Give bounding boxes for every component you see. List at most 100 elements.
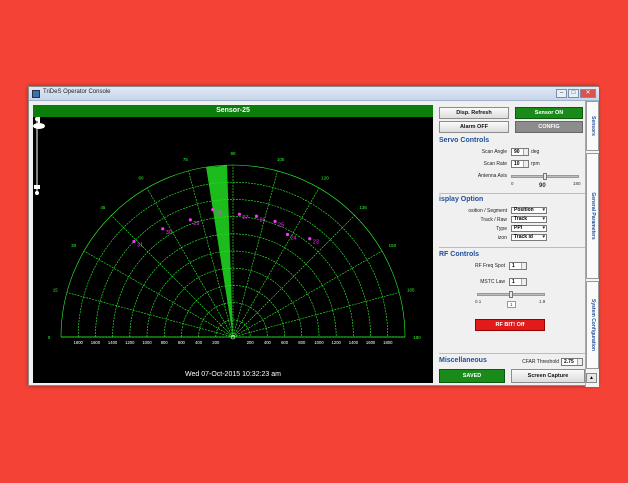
- target-point: [308, 237, 312, 241]
- target-label: 31: [137, 242, 143, 248]
- scan-angle-spinner[interactable]: 90: [511, 148, 529, 156]
- radial-spoke: [66, 292, 234, 338]
- miscellaneous-heading: Miscellaneous: [439, 357, 487, 364]
- rf-bit-button[interactable]: RF BIT! Off: [475, 319, 545, 331]
- radar-plot[interactable]: 0 15 30 45 60 75 90 105 120 135 150 165 180 1800 1600 1…: [33, 117, 433, 369]
- range-ring: [95, 199, 371, 338]
- angle-label: 75: [183, 157, 189, 162]
- range-label: 1000: [142, 340, 152, 345]
- angle-label: 150: [389, 243, 397, 248]
- angle-label: 180: [413, 335, 421, 340]
- radar-timestamp: Wed 07-Oct-2015 10:32:23 am: [185, 371, 281, 378]
- position-segment-label: osition / Segment: [468, 208, 507, 214]
- radar-display: Sensor-25 0 15 30 45 60 75 90 105 120 135 150 165 18…: [33, 105, 433, 383]
- range-label: 200: [212, 340, 220, 345]
- maximize-icon[interactable]: □: [568, 89, 579, 98]
- type-label: Type: [496, 226, 507, 232]
- range-label: 1600: [91, 340, 101, 345]
- angle-label: 135: [359, 205, 367, 210]
- target-point: [237, 212, 242, 216]
- disp-refresh-button[interactable]: Disp. Refresh: [439, 107, 509, 119]
- angle-label: 30: [71, 243, 77, 248]
- scroll-up-icon[interactable]: ▲: [586, 373, 597, 383]
- angle-label: 120: [321, 176, 329, 181]
- range-ring: [215, 319, 251, 338]
- title-bar: TriDeS Operator Console – □ ✕: [29, 87, 599, 101]
- target-label: 25: [278, 222, 284, 228]
- rf-freq-spot-label: RF Freq Spot: [474, 263, 505, 269]
- radial-spoke: [232, 170, 278, 338]
- display-option-heading: isplay Option: [439, 196, 484, 203]
- mstc-max: 1.9: [539, 299, 546, 304]
- angle-label: 0: [48, 335, 51, 340]
- range-label: 1800: [74, 340, 84, 345]
- antenna-max: 180: [573, 181, 581, 186]
- target-label: 27: [242, 215, 248, 221]
- range-label: 400: [264, 340, 272, 345]
- tab-general-parameters[interactable]: General Parameters: [586, 153, 599, 279]
- radial-spoke: [232, 250, 383, 338]
- angle-label: 45: [100, 205, 106, 210]
- servo-controls-heading: Servo Controls: [439, 137, 490, 144]
- antenna-axis-thumb[interactable]: [543, 173, 547, 180]
- angle-label: 15: [53, 287, 59, 292]
- target-label: 29: [193, 221, 199, 227]
- range-label: 800: [161, 340, 169, 345]
- scan-angle-unit: deg: [531, 149, 540, 155]
- horizon-select[interactable]: Track id: [511, 234, 547, 241]
- target-point: [285, 232, 290, 237]
- minimize-icon[interactable]: –: [556, 89, 567, 98]
- antenna-axis-label: Antenna Axis: [477, 173, 507, 179]
- range-label: 800: [298, 340, 306, 345]
- saved-button[interactable]: SAVED: [439, 369, 505, 383]
- range-label: 400: [195, 340, 203, 345]
- tab-sensors[interactable]: Sensors: [586, 101, 599, 151]
- tab-system-configuration[interactable]: System Configuration: [586, 281, 599, 369]
- target-point: [254, 214, 259, 218]
- config-button[interactable]: CONFIG: [515, 121, 583, 133]
- angle-label: 60: [138, 176, 144, 181]
- mstc-min: 0.1: [475, 299, 482, 304]
- window-controls: – □ ✕: [556, 89, 596, 98]
- scan-rate-spinner[interactable]: 10: [511, 160, 529, 168]
- mstc-law-label: MSTC Law: [480, 279, 505, 285]
- radial-spoke: [232, 187, 320, 338]
- close-icon[interactable]: ✕: [580, 89, 596, 98]
- cfar-threshold-spinner[interactable]: 2.75: [561, 358, 583, 366]
- angle-label: 165: [407, 287, 415, 292]
- angle-label: 105: [277, 157, 285, 162]
- mstc-law-spinner[interactable]: 1: [509, 278, 527, 286]
- sensor-on-button[interactable]: Sensor ON: [515, 107, 583, 119]
- cfar-threshold-label: CFAR Threshold: [522, 359, 559, 365]
- divider: [439, 353, 585, 354]
- target-point: [273, 219, 277, 224]
- track-raw-select[interactable]: Track: [511, 216, 547, 223]
- rf-freq-spot-spinner[interactable]: 1: [509, 262, 527, 270]
- target-point: [132, 239, 136, 244]
- target-point: [188, 218, 192, 222]
- screen-capture-button[interactable]: Screen Capture: [511, 369, 585, 383]
- horizon-label: izon: [497, 235, 507, 241]
- target-label: 30: [166, 230, 172, 236]
- range-label: 1200: [125, 340, 135, 345]
- window-title: TriDeS Operator Console: [43, 89, 111, 95]
- divider: [439, 193, 585, 194]
- target-label: 23: [313, 240, 319, 246]
- range-zoom-slider[interactable]: [33, 117, 41, 197]
- radial-spoke: [232, 215, 355, 338]
- type-select[interactable]: PPI: [511, 225, 547, 232]
- position-segment-select[interactable]: Position: [511, 207, 547, 214]
- range-label: 600: [178, 340, 186, 345]
- scan-rate-unit: rpm: [531, 161, 540, 167]
- range-ring: [198, 302, 268, 338]
- mstc-slider-thumb[interactable]: [509, 291, 513, 298]
- antenna-value: 90: [539, 183, 546, 189]
- range-label: 1400: [108, 340, 118, 345]
- radial-spoke: [83, 250, 234, 338]
- scan-angle-label: Scan Angle: [481, 149, 507, 155]
- angle-label: 90: [230, 151, 236, 156]
- range-label: 1000: [314, 340, 324, 345]
- range-label: 1800: [383, 340, 393, 345]
- alarm-off-button[interactable]: Alarm OFF: [439, 121, 509, 133]
- range-label: 600: [281, 340, 289, 345]
